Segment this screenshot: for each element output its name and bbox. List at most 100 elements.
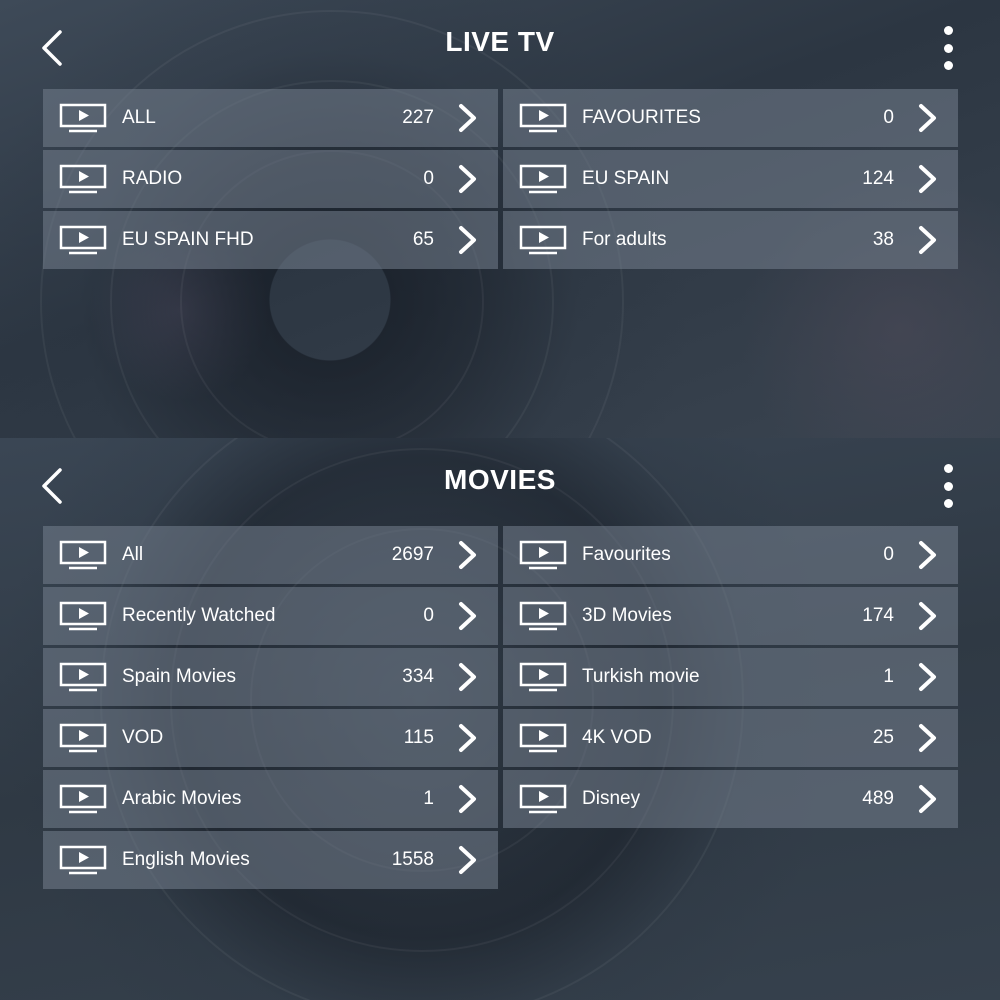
chevron-right-icon: [919, 104, 936, 132]
category-row[interactable]: Disney 489: [503, 770, 958, 828]
page-title: LIVE TV: [445, 26, 555, 57]
category-label: Disney: [582, 788, 641, 809]
tv-play-icon: [519, 164, 567, 194]
more-vertical-icon: [943, 26, 953, 35]
tv-play-icon: [59, 225, 107, 255]
category-label: Spain Movies: [122, 666, 237, 687]
category-row[interactable]: Spain Movies 334: [43, 648, 498, 706]
category-row[interactable]: English Movies 1558: [43, 831, 498, 889]
category-count: 65: [412, 229, 434, 250]
category-row[interactable]: EU SPAIN FHD 65: [43, 211, 498, 269]
chevron-right-icon: [919, 226, 936, 254]
more-vertical-icon: [943, 499, 953, 508]
chevron-right-icon: [919, 541, 936, 569]
tv-play-icon: [519, 540, 567, 570]
category-count: 1: [883, 666, 894, 687]
category-count: 1: [423, 788, 434, 809]
category-row[interactable]: All 2697: [43, 526, 498, 584]
more-vertical-icon: [943, 481, 953, 491]
category-row[interactable]: FAVOURITES 0: [503, 89, 958, 147]
more-vertical-icon: [943, 61, 953, 70]
more-vertical-icon: [943, 464, 953, 473]
live-tv-panel: LIVE TV ALL 227 FAVOURITES 0 RADIO 0 EU SPAIN 1…: [0, 0, 1000, 438]
category-row[interactable]: Arabic Movies 1: [43, 770, 498, 828]
category-row[interactable]: 4K VOD 25: [503, 709, 958, 767]
tv-play-icon: [59, 662, 107, 692]
tv-play-icon: [519, 601, 567, 631]
category-label: Recently Watched: [122, 605, 276, 626]
more-menu-button[interactable]: [936, 26, 960, 70]
tv-play-icon: [519, 784, 567, 814]
category-label: Arabic Movies: [122, 788, 242, 809]
category-count: 174: [862, 605, 894, 626]
category-label: For adults: [582, 229, 667, 250]
category-row[interactable]: RADIO 0: [43, 150, 498, 208]
category-label: VOD: [122, 727, 164, 748]
tv-play-icon: [519, 723, 567, 753]
category-count: 489: [862, 788, 894, 809]
chevron-right-icon: [459, 104, 476, 132]
category-count: 25: [872, 727, 894, 748]
category-count: 0: [423, 168, 434, 189]
tv-play-icon: [519, 103, 567, 133]
tv-play-icon: [59, 103, 107, 133]
category-count: 0: [423, 605, 434, 626]
chevron-right-icon: [919, 724, 936, 752]
category-count: 38: [872, 229, 894, 250]
category-count: 0: [883, 107, 894, 128]
category-label: English Movies: [122, 849, 250, 870]
category-row[interactable]: VOD 115: [43, 709, 498, 767]
category-row[interactable]: ALL 227: [43, 89, 498, 147]
category-count: 2697: [391, 544, 434, 565]
category-count: 1558: [391, 849, 434, 870]
category-count: 124: [862, 168, 894, 189]
chevron-right-icon: [919, 663, 936, 691]
category-count: 0: [883, 544, 894, 565]
chevron-right-icon: [459, 226, 476, 254]
category-label: EU SPAIN FHD: [122, 229, 254, 250]
category-label: 3D Movies: [582, 605, 672, 626]
category-count: 115: [403, 727, 434, 748]
chevron-right-icon: [459, 785, 476, 813]
category-row[interactable]: EU SPAIN 124: [503, 150, 958, 208]
category-label: 4K VOD: [582, 727, 652, 748]
chevron-right-icon: [459, 541, 476, 569]
chevron-right-icon: [919, 785, 936, 813]
category-label: Favourites: [582, 544, 671, 565]
category-row[interactable]: For adults 38: [503, 211, 958, 269]
tv-play-icon: [519, 225, 567, 255]
category-count: 334: [402, 666, 434, 687]
chevron-right-icon: [919, 165, 936, 193]
chevron-right-icon: [459, 724, 476, 752]
tv-play-icon: [59, 723, 107, 753]
movies-category-grid: All 2697 Favourites 0 Recently Watched 0 3D Mo…: [43, 526, 958, 889]
category-label: ALL: [122, 107, 156, 128]
more-vertical-icon: [943, 43, 953, 53]
category-count: 227: [402, 107, 434, 128]
category-label: FAVOURITES: [582, 107, 701, 128]
category-label: All: [122, 544, 144, 565]
page-title: MOVIES: [444, 464, 556, 495]
category-row[interactable]: Recently Watched 0: [43, 587, 498, 645]
category-label: RADIO: [122, 168, 183, 189]
live-tv-category-grid: ALL 227 FAVOURITES 0 RADIO 0 EU SPAIN 124 EU SPA…: [43, 89, 958, 269]
chevron-right-icon: [459, 663, 476, 691]
tv-play-icon: [519, 662, 567, 692]
chevron-right-icon: [459, 602, 476, 630]
chevron-right-icon: [919, 602, 936, 630]
more-menu-button[interactable]: [936, 464, 960, 508]
movies-panel: MOVIES All 2697 Favourites 0 Recently Watche…: [0, 438, 1000, 1000]
category-label: Turkish movie: [582, 666, 700, 687]
category-row[interactable]: Turkish movie 1: [503, 648, 958, 706]
tv-play-icon: [59, 601, 107, 631]
category-row[interactable]: Favourites 0: [503, 526, 958, 584]
live-tv-header: LIVE TV: [0, 12, 1000, 84]
tv-play-icon: [59, 540, 107, 570]
category-row[interactable]: 3D Movies 174: [503, 587, 958, 645]
chevron-right-icon: [459, 846, 476, 874]
movies-header: MOVIES: [0, 450, 1000, 522]
tv-play-icon: [59, 784, 107, 814]
tv-play-icon: [59, 164, 107, 194]
category-label: EU SPAIN: [582, 168, 670, 189]
chevron-right-icon: [459, 165, 476, 193]
